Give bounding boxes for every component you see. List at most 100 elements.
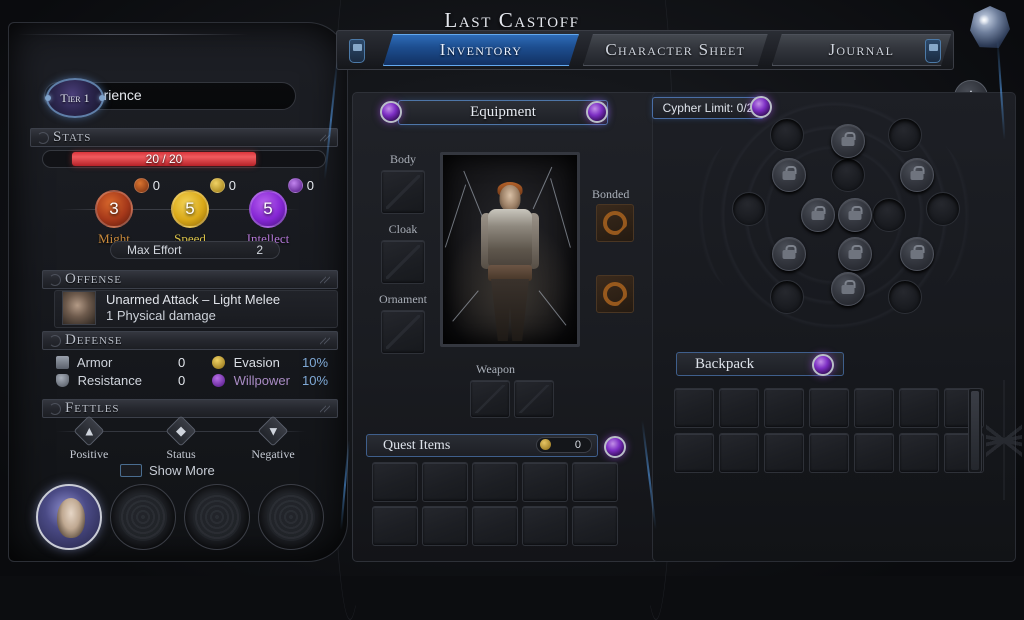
- equip-slot-ornament[interactable]: [381, 310, 425, 354]
- backpack-slot[interactable]: [854, 388, 894, 428]
- cypher-slot-1[interactable]: [831, 124, 865, 158]
- cypher-slot-9[interactable]: [831, 272, 865, 306]
- scroll-icon[interactable]: [349, 39, 365, 63]
- willpower-icon: [212, 374, 225, 387]
- tab-character-sheet[interactable]: Character Sheet: [583, 34, 768, 66]
- backpack-slot[interactable]: [674, 433, 714, 473]
- cypher-slot-7[interactable]: [838, 237, 872, 271]
- defense-row-resistance: Resistance: [56, 373, 142, 388]
- party-portrait-4[interactable]: [258, 484, 324, 550]
- fettle-status[interactable]: ◆ Status: [136, 415, 226, 462]
- backpack-slot[interactable]: [719, 388, 759, 428]
- weapon-slot-2[interactable]: [514, 380, 554, 418]
- stats-header[interactable]: Stats: [30, 128, 338, 147]
- stat-might[interactable]: 0 3 Might: [72, 178, 160, 247]
- backpack-scrollbar[interactable]: [968, 388, 982, 473]
- model-belt: [488, 265, 532, 281]
- shield-icon: [56, 374, 69, 387]
- equipment-gem-right-icon[interactable]: [586, 101, 608, 123]
- offense-header[interactable]: Offense: [42, 270, 338, 289]
- quest-items-gem-icon[interactable]: [604, 436, 626, 458]
- model-legs: [491, 279, 529, 341]
- bonded-slot-1[interactable]: [596, 204, 634, 242]
- cypher-slot-3[interactable]: [900, 158, 934, 192]
- tab-inventory[interactable]: Inventory: [383, 34, 579, 66]
- fettle-negative[interactable]: ▼ Negative: [228, 415, 318, 462]
- backpack-slot[interactable]: [764, 433, 804, 473]
- journal-icon[interactable]: [925, 39, 941, 63]
- party-portrait-2[interactable]: [110, 484, 176, 550]
- cypher-slot-6[interactable]: [772, 237, 806, 271]
- quest-slot[interactable]: [522, 462, 568, 502]
- backpack-slot[interactable]: [809, 388, 849, 428]
- quest-slot[interactable]: [572, 462, 618, 502]
- cypher-slot-outer-1[interactable]: [770, 118, 804, 152]
- backpack-slot[interactable]: [719, 433, 759, 473]
- fettle-positive-label: Positive: [69, 447, 109, 461]
- cypher-limit-display: Cypher Limit: 0/2: [652, 97, 764, 119]
- quest-slot[interactable]: [372, 506, 418, 546]
- stat-speed[interactable]: 0 5 Speed: [148, 178, 236, 247]
- cypher-slot-5[interactable]: [838, 198, 872, 232]
- equip-slot-body[interactable]: [381, 170, 425, 214]
- fettles-header[interactable]: Fettles: [42, 399, 338, 418]
- equip-slot-cloak[interactable]: [381, 240, 425, 284]
- fettles-header-label: Fettles: [65, 400, 120, 416]
- artifact-rune-icon: [603, 211, 627, 235]
- quest-slot[interactable]: [572, 506, 618, 546]
- weapon-label: Weapon: [476, 362, 516, 376]
- equipment-header: Equipment: [398, 100, 608, 125]
- evasion-value: 10%: [302, 355, 329, 370]
- avatar: [57, 498, 85, 538]
- quest-slot[interactable]: [422, 462, 468, 502]
- defense-row-armor: Armor: [56, 355, 112, 370]
- defense-header[interactable]: Defense: [42, 331, 338, 350]
- intellect-edge: 0: [287, 178, 314, 193]
- cypher-slot-outer-5[interactable]: [770, 280, 804, 314]
- backpack-slot[interactable]: [899, 433, 939, 473]
- quest-slot[interactable]: [422, 506, 468, 546]
- fettle-negative-glyph: ▼: [266, 423, 280, 438]
- character-model-view[interactable]: [440, 152, 580, 347]
- cypher-slot-4[interactable]: [801, 198, 835, 232]
- cypher-slot-outer-2[interactable]: [888, 118, 922, 152]
- quest-slot[interactable]: [372, 462, 418, 502]
- party-portrait-3[interactable]: [184, 484, 250, 550]
- quest-slot[interactable]: [472, 462, 518, 502]
- quest-slot[interactable]: [472, 506, 518, 546]
- intellect-value: 5: [263, 199, 273, 218]
- cypher-slot-8[interactable]: [900, 237, 934, 271]
- model-head: [499, 185, 521, 211]
- speed-value: 5: [185, 199, 195, 218]
- offense-header-label: Offense: [65, 271, 122, 287]
- armor-value: 0: [178, 355, 186, 370]
- cypher-gem-icon[interactable]: [750, 96, 772, 118]
- cypher-slot-2[interactable]: [772, 158, 806, 192]
- defense-header-label: Defense: [65, 332, 123, 348]
- cypher-slot-outer-6[interactable]: [888, 280, 922, 314]
- backpack-slot[interactable]: [674, 388, 714, 428]
- show-more-toggle[interactable]: Show More: [120, 463, 215, 478]
- show-more-checkbox[interactable]: [120, 464, 142, 477]
- resistance-label: Resistance: [77, 373, 142, 388]
- quest-items-grid: [372, 462, 618, 546]
- body-slot-label: Body: [389, 152, 416, 166]
- weapon-slot-1[interactable]: [470, 380, 510, 418]
- cypher-slot-inner-open-2[interactable]: [872, 198, 906, 232]
- party-portrait-1[interactable]: [36, 484, 102, 550]
- cypher-slot-inner-open-1[interactable]: [831, 158, 865, 192]
- backpack-slot[interactable]: [764, 388, 804, 428]
- max-effort-row: Max Effort 2: [110, 241, 280, 259]
- backpack-gem-icon[interactable]: [812, 354, 834, 376]
- quest-slot[interactable]: [522, 506, 568, 546]
- cypher-slot-outer-3[interactable]: [732, 192, 766, 226]
- stat-intellect[interactable]: 0 5 Intellect: [226, 178, 314, 247]
- backpack-slot[interactable]: [899, 388, 939, 428]
- backpack-slot[interactable]: [809, 433, 849, 473]
- defense-row-willpower: Willpower: [212, 373, 290, 388]
- bonded-slot-2[interactable]: [596, 275, 634, 313]
- cypher-slot-outer-4[interactable]: [926, 192, 960, 226]
- backpack-slot[interactable]: [854, 433, 894, 473]
- equipment-gem-left-icon[interactable]: [380, 101, 402, 123]
- fettle-positive[interactable]: ▲ Positive: [44, 415, 134, 462]
